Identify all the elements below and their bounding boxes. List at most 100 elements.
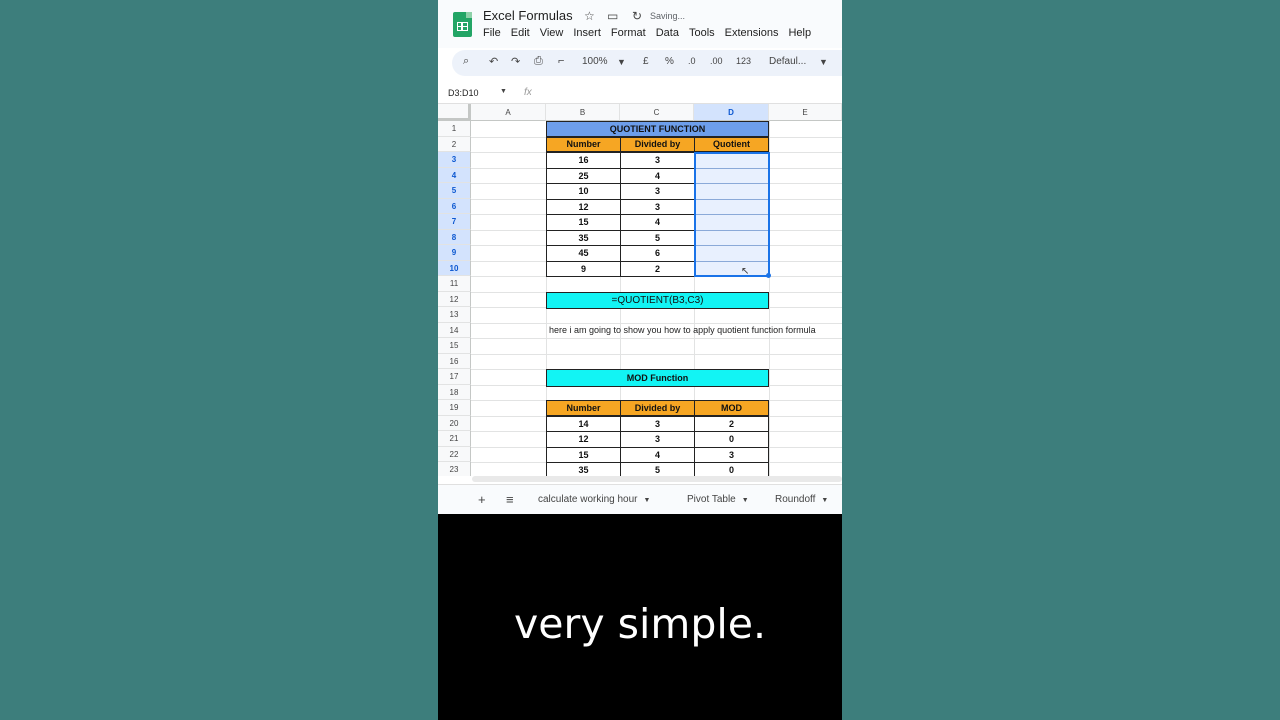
row-header-10[interactable]: 10 (438, 260, 471, 276)
row-header-16[interactable]: 16 (438, 353, 471, 369)
number-format-button[interactable]: 123 (736, 56, 751, 66)
quotient-data-cell[interactable]: 10 (546, 183, 621, 200)
mod-data-cell[interactable]: 15 (546, 446, 621, 463)
quotient-data-cell[interactable]: 4 (620, 214, 695, 231)
quotient-data-cell[interactable]: 25 (546, 167, 621, 184)
mod-title-cell[interactable]: MOD Function (546, 369, 769, 387)
font-caret-icon[interactable]: ▼ (819, 57, 828, 67)
quotient-data-cell[interactable]: 3 (620, 152, 695, 169)
quotient-data-cell[interactable] (694, 229, 769, 246)
menu-format[interactable]: Format (611, 27, 646, 39)
decrease-decimal-button[interactable]: .0 (688, 56, 696, 66)
mod-data-cell[interactable]: 14 (546, 415, 621, 432)
quotient-data-cell[interactable] (694, 245, 769, 262)
mod-header-cell[interactable]: Divided by (620, 400, 695, 416)
quotient-data-cell[interactable]: 3 (620, 183, 695, 200)
quotient-data-cell[interactable]: 6 (620, 245, 695, 262)
move-folder-icon[interactable]: ▭ (607, 9, 618, 23)
all-sheets-icon[interactable]: ≡ (506, 492, 514, 507)
document-title[interactable]: Excel Formulas (483, 8, 573, 23)
quotient-data-cell[interactable]: 9 (546, 260, 621, 277)
increase-decimal-button[interactable]: .00 (710, 56, 723, 66)
currency-button[interactable]: £ (643, 56, 649, 67)
zoom-select[interactable]: 100% (582, 56, 608, 67)
mod-data-cell[interactable]: 3 (694, 446, 769, 463)
quotient-header-cell[interactable]: Quotient (694, 136, 769, 152)
select-all-corner[interactable] (438, 104, 471, 121)
zoom-caret-icon[interactable]: ▼ (617, 57, 626, 67)
horizontal-scrollbar[interactable] (472, 476, 842, 482)
mod-header-cell[interactable]: Number (546, 400, 621, 416)
quotient-data-cell[interactable]: 3 (620, 198, 695, 215)
row-header-13[interactable]: 13 (438, 307, 471, 323)
row-header-18[interactable]: 18 (438, 384, 471, 400)
menu-view[interactable]: View (540, 27, 564, 39)
quotient-data-cell[interactable]: 16 (546, 152, 621, 169)
mod-data-cell[interactable]: 12 (546, 431, 621, 448)
quotient-data-cell[interactable]: 12 (546, 198, 621, 215)
quotient-data-cell[interactable] (694, 198, 769, 215)
row-header-11[interactable]: 11 (438, 276, 471, 292)
quotient-data-cell[interactable]: 2 (620, 260, 695, 277)
mod-data-cell[interactable]: 3 (620, 431, 695, 448)
fill-handle[interactable] (766, 273, 771, 278)
row-header-14[interactable]: 14 (438, 322, 471, 338)
quotient-data-cell[interactable]: 4 (620, 167, 695, 184)
quotient-data-cell[interactable]: 35 (546, 229, 621, 246)
row-header-20[interactable]: 20 (438, 415, 471, 431)
quotient-data-cell[interactable] (694, 167, 769, 184)
mod-data-cell[interactable]: 35 (546, 462, 621, 476)
menu-tools[interactable]: Tools (689, 27, 715, 39)
row-header-1[interactable]: 1 (438, 121, 471, 137)
star-icon[interactable]: ☆ (584, 9, 595, 23)
quotient-title-cell[interactable]: QUOTIENT FUNCTION (546, 121, 769, 137)
mod-data-cell[interactable]: 4 (620, 446, 695, 463)
mod-data-cell[interactable]: 0 (694, 431, 769, 448)
mod-data-cell[interactable]: 5 (620, 462, 695, 476)
mod-data-cell[interactable]: 3 (620, 415, 695, 432)
font-select[interactable]: Defaul... (769, 56, 806, 67)
print-icon[interactable]: ⎙ (534, 55, 543, 68)
row-header-4[interactable]: 4 (438, 167, 471, 183)
row-header-17[interactable]: 17 (438, 369, 471, 385)
menu-insert[interactable]: Insert (573, 27, 601, 39)
menu-edit[interactable]: Edit (511, 27, 530, 39)
column-header-a[interactable]: A (471, 104, 546, 121)
row-header-21[interactable]: 21 (438, 431, 471, 447)
add-sheet-icon[interactable]: + (478, 492, 486, 507)
search-icon[interactable]: ⌕ (463, 55, 469, 68)
quotient-header-cell[interactable]: Number (546, 136, 621, 152)
quotient-header-cell[interactable]: Divided by (620, 136, 695, 152)
mod-header-cell[interactable]: MOD (694, 400, 769, 416)
menu-data[interactable]: Data (656, 27, 679, 39)
sheet-tab-roundoff[interactable]: Roundoff ▼ (775, 494, 828, 505)
row-header-7[interactable]: 7 (438, 214, 471, 230)
row-header-22[interactable]: 22 (438, 446, 471, 462)
row-header-5[interactable]: 5 (438, 183, 471, 199)
menu-file[interactable]: File (483, 27, 501, 39)
quotient-data-cell[interactable] (694, 214, 769, 231)
row-header-9[interactable]: 9 (438, 245, 471, 261)
spreadsheet-grid[interactable]: A B C D E 1 2 3 4 5 6 7 8 9 10 11 12 13 14 15 16 17 18 19 20 21 22… (438, 104, 842, 476)
row-header-2[interactable]: 2 (438, 136, 471, 152)
name-box[interactable]: D3:D10 (448, 88, 479, 98)
row-header-15[interactable]: 15 (438, 338, 471, 354)
paint-format-icon[interactable]: ⌐ (558, 55, 564, 67)
row-header-12[interactable]: 12 (438, 291, 471, 307)
row-header-19[interactable]: 19 (438, 400, 471, 416)
column-header-c[interactable]: C (620, 104, 694, 121)
quotient-data-cell[interactable] (694, 260, 769, 277)
sheet-tab-pivot-table[interactable]: Pivot Table ▼ (687, 494, 749, 505)
mod-data-cell[interactable]: 2 (694, 415, 769, 432)
column-header-e[interactable]: E (769, 104, 842, 121)
quotient-data-cell[interactable]: 45 (546, 245, 621, 262)
row-header-6[interactable]: 6 (438, 198, 471, 214)
menu-help[interactable]: Help (788, 27, 811, 39)
column-header-b[interactable]: B (546, 104, 620, 121)
menu-extensions[interactable]: Extensions (725, 27, 779, 39)
mod-data-cell[interactable]: 0 (694, 462, 769, 476)
percent-button[interactable]: % (665, 56, 674, 67)
undo-icon[interactable]: ↶ (489, 55, 498, 68)
column-header-d[interactable]: D (694, 104, 769, 121)
quotient-data-cell[interactable]: 15 (546, 214, 621, 231)
